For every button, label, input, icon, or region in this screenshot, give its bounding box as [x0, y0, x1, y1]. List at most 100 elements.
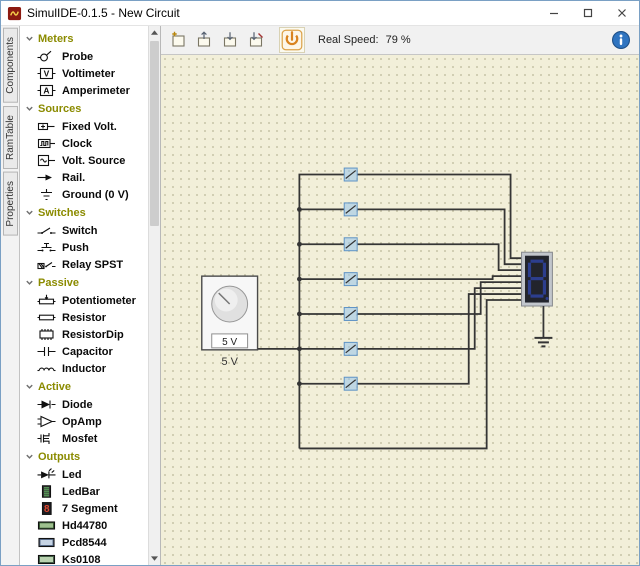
arrow-down-icon: [151, 556, 158, 561]
switch-toggle[interactable]: [344, 308, 357, 321]
power-button[interactable]: [281, 29, 303, 51]
category-label: Sources: [38, 103, 81, 115]
scrollbar-thumb[interactable]: [150, 41, 159, 226]
svg-text:V: V: [44, 69, 50, 79]
component-item-label: Volt. Source: [62, 155, 125, 167]
new-circuit-button[interactable]: [167, 29, 189, 51]
component-item-label: Potentiometer: [62, 295, 136, 307]
component-item-diode[interactable]: Diode: [20, 396, 149, 413]
side-tab-ramtable[interactable]: RamTable: [3, 106, 18, 169]
component-item-resistor[interactable]: Resistor: [20, 309, 149, 326]
component-item-volt-source[interactable]: Volt. Source: [20, 152, 149, 169]
component-item-label: Resistor: [62, 312, 106, 324]
component-item-label: Push: [62, 242, 89, 254]
minimize-button[interactable]: [537, 1, 571, 25]
category-switches[interactable]: Switches: [20, 203, 149, 222]
left-tab-strip: Components RamTable Properties: [1, 26, 20, 565]
component-item-capacitor[interactable]: Capacitor: [20, 343, 149, 360]
sidebar-scrollbar[interactable]: [148, 26, 160, 565]
component-item-ks0108[interactable]: Ks0108: [20, 551, 149, 565]
power-frame: [279, 27, 305, 53]
save-circuit-as-button[interactable]: [245, 29, 267, 51]
app-logo-icon: [7, 6, 22, 21]
component-item-label: LedBar: [62, 486, 100, 498]
inductor-icon: [35, 362, 58, 375]
component-item-label: Inductor: [62, 363, 106, 375]
led-icon: [35, 468, 58, 481]
component-item-inductor[interactable]: Inductor: [20, 360, 149, 377]
component-item-rail[interactable]: Rail.: [20, 169, 149, 186]
component-item-label: Capacitor: [62, 346, 113, 358]
circuit-canvas[interactable]: 5 V 5 V: [161, 55, 639, 565]
side-tab-components[interactable]: Components: [3, 28, 18, 103]
component-item-label: Pcd8544: [62, 537, 107, 549]
chevron-down-icon: [25, 382, 34, 391]
close-button[interactable]: [605, 1, 639, 25]
component-item-label: Clock: [62, 138, 92, 150]
voltage-source[interactable]: 5 V 5 V: [202, 276, 258, 368]
seven-segment-display[interactable]: [522, 252, 553, 306]
category-active[interactable]: Active: [20, 377, 149, 396]
component-item-led[interactable]: Led: [20, 466, 149, 483]
rail-icon: [35, 171, 58, 184]
switch-toggle[interactable]: [344, 342, 357, 355]
component-item-relay-spst[interactable]: Relay SPST: [20, 256, 149, 273]
scroll-down-button[interactable]: [149, 552, 160, 565]
category-sources[interactable]: Sources: [20, 99, 149, 118]
power-icon: [281, 29, 303, 51]
scroll-up-button[interactable]: [149, 26, 160, 39]
window-title: SimulIDE-0.1.5 - New Circuit: [27, 6, 180, 20]
side-tab-properties[interactable]: Properties: [3, 172, 18, 236]
opamp-icon: [35, 415, 58, 428]
components-panel: MetersProbeVVoltimeterAAmperimeter Source…: [20, 26, 161, 565]
maximize-button[interactable]: [571, 1, 605, 25]
switch-toggle[interactable]: [344, 273, 357, 286]
component-item-resistordip[interactable]: ResistorDip: [20, 326, 149, 343]
component-item-clock[interactable]: Clock: [20, 135, 149, 152]
source-label: 5 V: [221, 356, 238, 368]
component-item-label: Diode: [62, 399, 93, 411]
potentiometer-icon: [35, 294, 58, 307]
component-item-mosfet[interactable]: Mosfet: [20, 430, 149, 447]
category-meters[interactable]: Meters: [20, 29, 149, 48]
component-item-amperimeter[interactable]: AAmperimeter: [20, 82, 149, 99]
component-item-fixed-volt[interactable]: Fixed Volt.: [20, 118, 149, 135]
component-item-switch[interactable]: Switch: [20, 222, 149, 239]
ground-symbol[interactable]: [534, 306, 552, 346]
component-item-voltimeter[interactable]: VVoltimeter: [20, 65, 149, 82]
switch-toggle[interactable]: [344, 203, 357, 216]
circuit-wires[interactable]: [258, 175, 522, 449]
component-item-opamp[interactable]: OpAmp: [20, 413, 149, 430]
info-button[interactable]: [611, 30, 631, 50]
component-item-label: Ground (0 V): [62, 189, 129, 201]
switch-icon: [35, 224, 58, 237]
real-speed-value: 79 %: [386, 34, 411, 46]
category-outputs[interactable]: Outputs: [20, 447, 149, 466]
save-circuit-button[interactable]: [219, 29, 241, 51]
amperimeter-icon: A: [35, 84, 58, 97]
component-item-label: Ks0108: [62, 554, 101, 566]
switch-toggle[interactable]: [344, 238, 357, 251]
open-circuit-button[interactable]: [193, 29, 215, 51]
component-item-hd44780[interactable]: Hd44780: [20, 517, 149, 534]
component-item-potentiometer[interactable]: Potentiometer: [20, 292, 149, 309]
resistor-icon: [35, 311, 58, 324]
component-item-ledbar[interactable]: LedBar: [20, 483, 149, 500]
ks0108-icon: [35, 553, 58, 565]
category-passive[interactable]: Passive: [20, 273, 149, 292]
chevron-down-icon: [25, 104, 34, 113]
save-circuit-as-icon: [247, 31, 265, 49]
component-item-7-segment[interactable]: 87 Segment: [20, 500, 149, 517]
new-circuit-icon: [169, 31, 187, 49]
switch-toggle[interactable]: [344, 168, 357, 181]
switch-toggle[interactable]: [344, 377, 357, 390]
ground-icon: [35, 188, 58, 201]
component-item-label: Relay SPST: [62, 259, 123, 271]
fixed-volt-icon: [35, 120, 58, 133]
component-item-pcd8544[interactable]: Pcd8544: [20, 534, 149, 551]
chevron-down-icon: [25, 452, 34, 461]
component-item-push[interactable]: Push: [20, 239, 149, 256]
mosfet-icon: [35, 432, 58, 445]
component-item-ground-0-v[interactable]: Ground (0 V): [20, 186, 149, 203]
component-item-probe[interactable]: Probe: [20, 48, 149, 65]
